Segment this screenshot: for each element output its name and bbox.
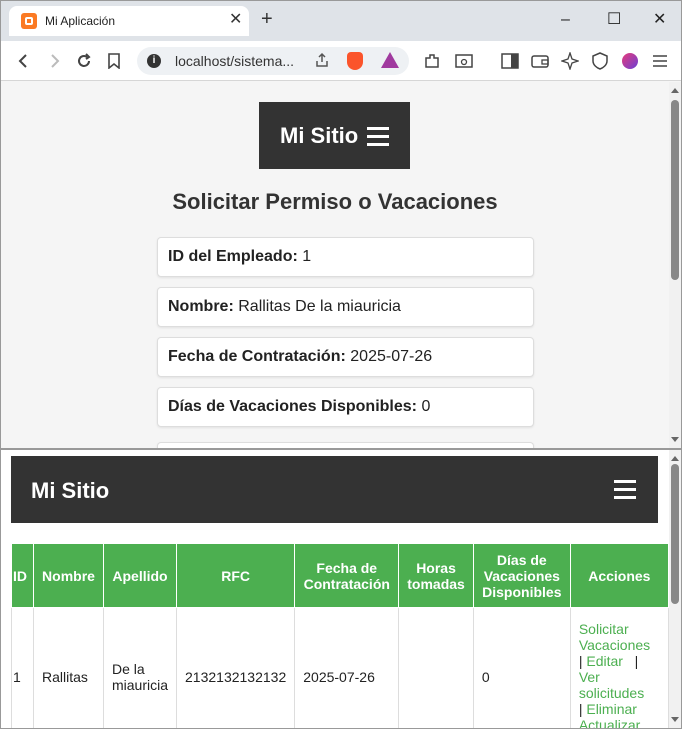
action-separator: | xyxy=(634,652,639,669)
action-separator: | xyxy=(578,700,583,717)
forward-icon[interactable] xyxy=(43,50,65,72)
brand-logo[interactable]: Mi Sitio xyxy=(280,123,358,149)
col-header-fecha: Fecha de Contratación xyxy=(294,543,400,608)
sidebar-icon[interactable] xyxy=(499,50,521,72)
cell-horas xyxy=(398,607,474,728)
scrollbar-thumb[interactable] xyxy=(671,100,679,280)
hire-date-field: Fecha de Contratación: 2025-07-26 xyxy=(157,337,534,377)
cell-nombre: Rallitas xyxy=(33,607,104,728)
employee-name-label: Nombre: xyxy=(168,298,234,315)
brave-rewards-icon[interactable] xyxy=(381,52,399,68)
scroll-down-icon[interactable] xyxy=(671,717,679,722)
cell-apellido: De la miauricia xyxy=(102,607,178,728)
action-separator: | xyxy=(578,652,583,669)
browser-window: Mi Aplicación ✕ + – ☐ ✕ i localhost/sist… xyxy=(0,0,682,449)
vpn-shield-icon[interactable] xyxy=(589,50,611,72)
vacation-days-label: Días de Vacaciones Disponibles: xyxy=(168,398,417,415)
browser-toolbar: i localhost/sistema... xyxy=(1,41,681,81)
cell-fecha: 2025-07-26 xyxy=(294,607,400,728)
cell-rfc: 2132132132132 xyxy=(176,607,296,728)
xampp-favicon-icon xyxy=(21,13,37,29)
table-row: 1 Rallitas De la miauricia 2132132132132… xyxy=(11,607,669,729)
col-header-id: ID xyxy=(11,543,34,608)
ver-solicitudes-link[interactable]: Ver solicitudes xyxy=(579,669,644,701)
back-icon[interactable] xyxy=(13,50,35,72)
employee-id-label: ID del Empleado: xyxy=(168,248,298,265)
extensions-icon[interactable] xyxy=(421,50,443,72)
scrollbar-thumb[interactable] xyxy=(671,464,679,604)
vacation-days-field: Días de Vacaciones Disponibles: 0 xyxy=(157,387,534,427)
minimize-button[interactable]: – xyxy=(561,8,570,32)
brave-shields-icon[interactable] xyxy=(347,52,363,70)
url-text[interactable]: localhost/sistema... xyxy=(175,53,294,69)
solicitar-vacaciones-link[interactable]: Solicitar Vacaciones xyxy=(579,621,650,653)
cell-dias: 0 xyxy=(472,607,571,728)
navbar-bottom: Mi Sitio xyxy=(11,456,658,523)
profile-avatar-icon[interactable] xyxy=(619,50,641,72)
employee-name-value: Rallitas De la miauricia xyxy=(238,298,401,315)
col-header-dias: Días de Vacaciones Disponibles xyxy=(472,543,571,608)
employee-name-field: Nombre: Rallitas De la miauricia xyxy=(157,287,534,327)
scroll-up-icon[interactable] xyxy=(671,456,679,461)
employee-id-value: 1 xyxy=(302,248,312,265)
menu-icon[interactable] xyxy=(649,50,671,72)
vacation-days-value: 0 xyxy=(421,398,431,415)
scrollbar-bottom[interactable] xyxy=(669,450,681,728)
cell-id: 1 xyxy=(11,607,34,728)
page-viewport-top: Mi Sitio Solicitar Permiso o Vacaciones … xyxy=(1,82,669,448)
hire-date-value: 2025-07-26 xyxy=(350,348,433,365)
share-icon[interactable] xyxy=(313,52,331,70)
cell-acciones: Solicitar Vacaciones | Editar | Ver soli… xyxy=(569,607,669,729)
scroll-down-icon[interactable] xyxy=(671,437,679,442)
scrollbar-top[interactable] xyxy=(669,82,681,448)
maximize-button[interactable]: ☐ xyxy=(607,8,621,32)
col-header-acciones: Acciones xyxy=(569,543,669,608)
scroll-up-icon[interactable] xyxy=(671,88,679,93)
window-close-button[interactable]: ✕ xyxy=(653,8,666,32)
next-form-box xyxy=(157,442,534,448)
col-header-nombre: Nombre xyxy=(33,543,104,608)
tab-close-icon[interactable]: ✕ xyxy=(229,11,242,29)
table-header-row: ID Nombre Apellido RFC Fecha de Contrata… xyxy=(11,543,669,608)
navbar-top: Mi Sitio xyxy=(259,102,410,169)
editar-link[interactable]: Editar xyxy=(586,653,623,669)
col-header-rfc: RFC xyxy=(176,543,296,608)
title-bar: Mi Aplicación ✕ + – ☐ ✕ xyxy=(1,1,681,41)
actualizar-link[interactable]: Actualizar xyxy=(579,717,640,729)
col-header-apellido: Apellido xyxy=(102,543,178,608)
wallet-icon[interactable] xyxy=(529,50,551,72)
page-title: Solicitar Permiso o Vacaciones xyxy=(172,189,498,214)
hamburger-menu-icon[interactable] xyxy=(367,127,389,146)
tab-title: Mi Aplicación xyxy=(45,14,116,28)
leo-ai-icon[interactable] xyxy=(559,50,581,72)
employees-table: ID Nombre Apellido RFC Fecha de Contrata… xyxy=(11,543,669,729)
page-window-bottom: Mi Sitio ID Nombre Apellido RFC Fecha de… xyxy=(0,449,682,729)
site-info-icon[interactable]: i xyxy=(147,54,161,68)
address-bar[interactable]: i localhost/sistema... xyxy=(137,47,409,75)
new-tab-button[interactable]: + xyxy=(261,9,273,29)
col-header-horas: Horas tomadas xyxy=(398,543,474,608)
hamburger-menu-icon-bottom[interactable] xyxy=(614,480,636,499)
hire-date-label: Fecha de Contratación: xyxy=(168,348,346,365)
brand-logo-bottom[interactable]: Mi Sitio xyxy=(31,478,109,504)
browser-tab[interactable]: Mi Aplicación ✕ xyxy=(9,6,249,36)
tab-search-icon[interactable] xyxy=(453,50,475,72)
employee-id-field: ID del Empleado: 1 xyxy=(157,237,534,277)
reload-icon[interactable] xyxy=(73,50,95,72)
bookmark-icon[interactable] xyxy=(103,50,125,72)
eliminar-link[interactable]: Eliminar xyxy=(586,701,637,717)
